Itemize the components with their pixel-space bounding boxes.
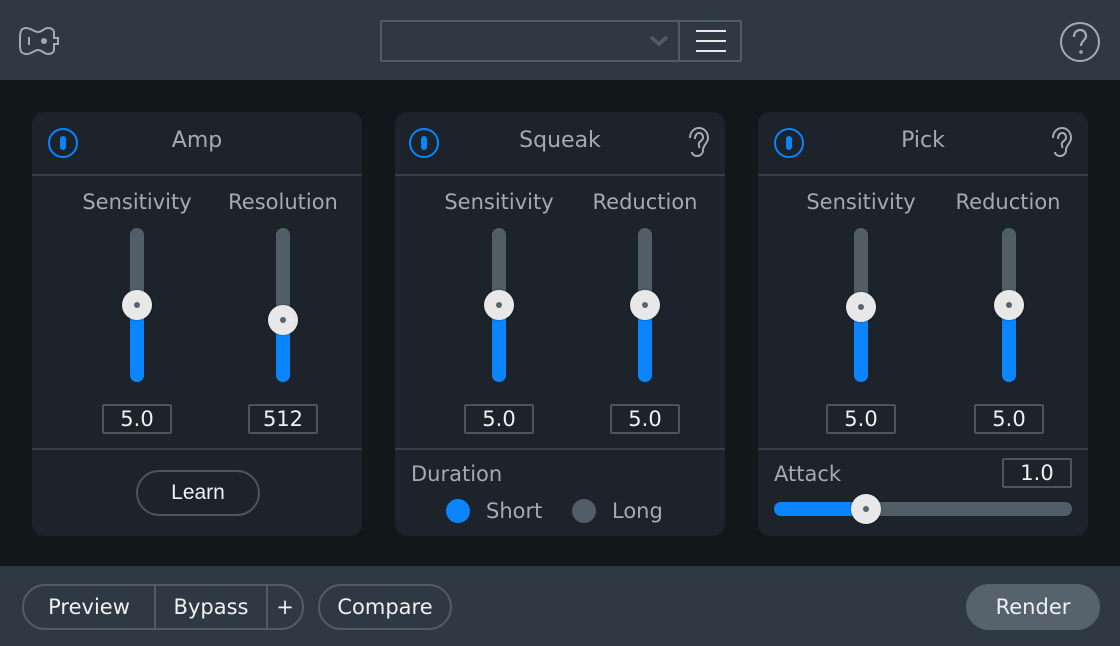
sensitivity-value-field[interactable]: 5.0: [102, 404, 172, 434]
bypass-button[interactable]: Bypass: [156, 586, 268, 628]
slider-knob[interactable]: [846, 291, 876, 322]
duration-label: Duration: [411, 462, 503, 486]
slider-knob[interactable]: [484, 290, 514, 320]
hamburger-line: [696, 50, 726, 52]
radio-label: Long: [612, 499, 663, 523]
radio-label: Short: [486, 499, 543, 523]
slider-knob[interactable]: [268, 305, 298, 336]
header-bar: [0, 0, 1120, 80]
render-button[interactable]: Render: [966, 584, 1100, 630]
footer-bar: Preview Bypass + Compare Render: [0, 566, 1120, 646]
slider-label: Sensitivity: [82, 190, 192, 214]
module-title: Pick: [901, 128, 945, 153]
radio-unselected-icon: [572, 499, 596, 523]
guitar-icon: [19, 26, 59, 56]
resolution-value-field[interactable]: 512: [248, 404, 318, 434]
slider-label: Sensitivity: [806, 190, 916, 214]
module-pick: Pick Sensitivity Reduction 5.0 5.0 Attac…: [758, 112, 1088, 536]
slider-knob[interactable]: [630, 290, 660, 320]
radio-long[interactable]: Long: [572, 496, 663, 526]
ear-listen-icon[interactable]: [685, 126, 711, 158]
hamburger-line: [696, 40, 726, 42]
hamburger-menu-icon: [696, 30, 726, 32]
slider-label: Reduction: [955, 190, 1061, 214]
learn-button[interactable]: Learn: [136, 470, 260, 516]
slider-knob[interactable]: [851, 494, 882, 524]
slider-knob[interactable]: [994, 290, 1024, 320]
module-amp: Amp Sensitivity Resolution 5.0 512 Learn: [32, 112, 362, 536]
module-header: Squeak: [395, 112, 725, 176]
module-title: Squeak: [519, 128, 601, 153]
module-title: Amp: [171, 128, 223, 153]
radio-short[interactable]: Short: [446, 496, 542, 526]
reduction-value-field[interactable]: 5.0: [610, 404, 680, 434]
divider: [758, 448, 1088, 450]
modules-area: Amp Sensitivity Resolution 5.0 512 Learn…: [0, 80, 1120, 566]
divider: [32, 448, 362, 450]
ear-listen-icon[interactable]: [1048, 126, 1074, 158]
sensitivity-value-field[interactable]: 5.0: [826, 404, 896, 434]
preset-selector: [380, 20, 742, 62]
add-button[interactable]: +: [268, 586, 302, 628]
attack-slider[interactable]: [774, 502, 1072, 516]
preset-dropdown[interactable]: [382, 22, 678, 60]
radio-selected-icon: [446, 499, 470, 523]
chevron-down-icon: [649, 35, 669, 47]
slider-knob[interactable]: [122, 290, 152, 320]
preview-button[interactable]: Preview: [24, 586, 156, 628]
compare-button[interactable]: Compare: [318, 584, 452, 630]
attack-value-field[interactable]: 1.0: [1002, 458, 1072, 488]
module-squeak: Squeak Sensitivity Reduction 5.0 5.0 Dur…: [395, 112, 725, 536]
slider-label: Reduction: [592, 190, 698, 214]
sensitivity-value-field[interactable]: 5.0: [464, 404, 534, 434]
attack-label: Attack: [774, 462, 842, 486]
preset-menu-button[interactable]: [678, 22, 740, 60]
help-circle-icon[interactable]: [1059, 21, 1101, 63]
module-header: Pick: [758, 112, 1088, 176]
divider: [395, 448, 725, 450]
slider-label: Resolution: [228, 190, 338, 214]
preview-bypass-group: Preview Bypass +: [22, 584, 304, 630]
reduction-value-field[interactable]: 5.0: [974, 404, 1044, 434]
slider-label: Sensitivity: [444, 190, 554, 214]
module-header: Amp: [32, 112, 362, 176]
